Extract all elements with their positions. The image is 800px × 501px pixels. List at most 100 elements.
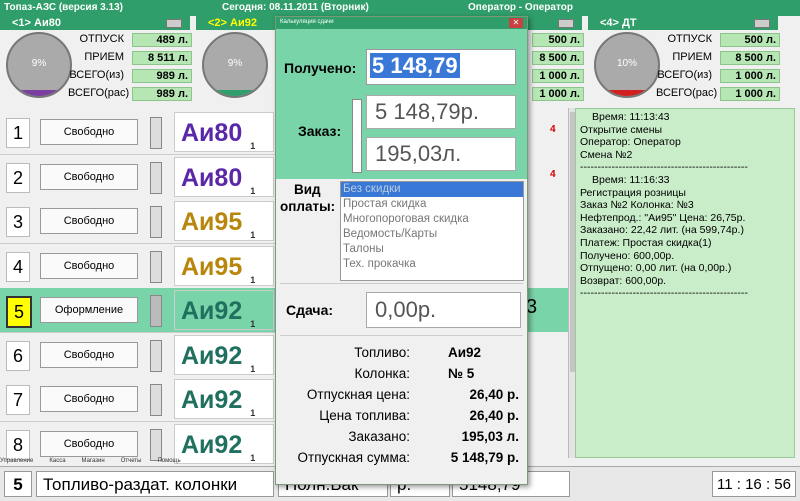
status-section-label: Топливо-раздат. колонки bbox=[36, 471, 274, 497]
pump-fuel: Аи92 1 bbox=[174, 379, 274, 419]
payment-option[interactable]: Талоны bbox=[341, 242, 523, 257]
pump-row-right bbox=[526, 421, 570, 466]
received-amount-value: 5 148,79 bbox=[370, 53, 460, 78]
close-icon[interactable]: ✕ bbox=[509, 18, 523, 28]
date-label: Сегодня: 08.11.2011 (Вторник) bbox=[222, 2, 369, 13]
received-label: Получено: bbox=[284, 60, 357, 76]
pump-row[interactable]: 3 Свободно Аи95 1 bbox=[0, 199, 275, 244]
detail-value: 26,40 р. bbox=[469, 408, 519, 423]
pump-number[interactable]: 7 bbox=[6, 385, 30, 415]
menu-item[interactable]: Касса bbox=[49, 458, 65, 464]
tank-title: <4> ДТ bbox=[600, 17, 637, 29]
pump-status-button[interactable]: Свободно bbox=[40, 252, 138, 279]
journal-line: Смена №2 bbox=[580, 148, 633, 161]
payment-type-label-1: Вид bbox=[294, 182, 321, 197]
order-sum: 5 148,79р. bbox=[366, 95, 516, 129]
tank-title: <2> Аи92 bbox=[208, 17, 257, 29]
tank-stat-value: 500 л. bbox=[720, 33, 780, 47]
journal-line: Платеж: Простая скидка(1) bbox=[580, 236, 712, 249]
tank-title-bar: <4> ДТ bbox=[588, 16, 778, 30]
order-liters: 195,03л. bbox=[366, 137, 516, 171]
change-calculation-dialog: Калькуляция сдачи ✕ Получено: 5 148,79 З… bbox=[275, 16, 528, 485]
detail-label: Топливо: bbox=[354, 345, 410, 360]
pump-row[interactable]: 2 Свободно Аи80 1 bbox=[0, 154, 275, 200]
menu-item[interactable]: Помощь bbox=[157, 458, 180, 464]
pump-number[interactable]: 3 bbox=[6, 207, 30, 237]
order-label: Заказ: bbox=[298, 123, 342, 139]
pump-row-right bbox=[526, 332, 570, 377]
pump-number[interactable]: 8 bbox=[6, 429, 30, 460]
pump-status-button[interactable]: Оформление bbox=[40, 297, 138, 323]
detail-label: Отпускная сумма: bbox=[297, 450, 410, 465]
tank-stat-value: 1 000 л. bbox=[532, 69, 584, 83]
payment-type-list[interactable]: Без скидки Простая скидка Многопороговая с… bbox=[340, 181, 524, 281]
journal-line: Отпущено: 0,00 лит. (на 0,00р.) bbox=[580, 262, 732, 275]
tank-stat-row: ПРИЕМ 8 500 л. bbox=[658, 51, 784, 66]
pump-nozzle-indicator bbox=[150, 339, 162, 372]
detail-label: Цена топлива: bbox=[319, 408, 410, 423]
pump-nozzle-number: 1 bbox=[250, 363, 256, 374]
received-amount-input[interactable]: 5 148,79 bbox=[366, 49, 516, 85]
pump-number[interactable]: 2 bbox=[6, 162, 30, 193]
tank-indicator bbox=[754, 19, 770, 28]
pump-nozzle-indicator bbox=[150, 295, 162, 327]
pump-status-button[interactable]: Свободно bbox=[40, 386, 138, 412]
pump-nozzle-number: 1 bbox=[250, 185, 256, 196]
payment-option[interactable]: Многопороговая скидка bbox=[341, 212, 523, 227]
pump-row[interactable]: 4 Свободно Аи95 1 bbox=[0, 243, 275, 289]
pump-nozzle-number: 1 bbox=[250, 230, 256, 240]
pump-status-button[interactable]: Свободно bbox=[40, 119, 138, 145]
pump-fuel-name: Аи95 bbox=[181, 208, 243, 236]
tank-level-percent: 9% bbox=[31, 58, 47, 69]
pump-number[interactable]: 5 bbox=[6, 296, 32, 328]
pump-fuel-name: Аи80 bbox=[181, 163, 243, 192]
pump-right-value: 4 bbox=[550, 168, 556, 180]
tank-level-percent: 9% bbox=[227, 58, 243, 69]
tank-stat-value: 8 500 л. bbox=[720, 51, 780, 65]
pump-fuel: Аи80 1 bbox=[174, 156, 274, 197]
journal-line: ----------------------------------------… bbox=[580, 161, 748, 174]
main-menu: Управление Касса Магазин Отчеты Помощь bbox=[0, 458, 275, 466]
pump-number[interactable]: 6 bbox=[6, 340, 30, 371]
pump-number[interactable]: 1 bbox=[6, 118, 30, 148]
order-indicator bbox=[352, 99, 362, 173]
tank-level-fill bbox=[204, 90, 266, 96]
menu-item[interactable]: Управление bbox=[0, 458, 33, 464]
pump-status-button[interactable]: Свободно bbox=[40, 208, 138, 234]
tank-stat-label: ВСЕГО(из) bbox=[657, 69, 712, 81]
pump-status-button[interactable]: Свободно bbox=[40, 430, 138, 457]
operator-label: Оператор - Оператор bbox=[468, 2, 573, 13]
payment-option[interactable]: Ведомость/Карты bbox=[341, 227, 523, 242]
payment-option[interactable]: Тех. прокачка bbox=[341, 257, 523, 272]
pump-fuel: Аи95 1 bbox=[174, 201, 274, 241]
pump-row[interactable]: 5 Оформление Аи92 1 bbox=[0, 288, 275, 333]
journal-line: Нефтепрод.: "Аи95" Цена: 26,75р. bbox=[580, 211, 746, 224]
pump-status-button[interactable]: Свободно bbox=[40, 163, 138, 190]
pump-fuel-name: Аи95 bbox=[181, 252, 243, 281]
pump-row[interactable]: 7 Свободно Аи92 1 bbox=[0, 377, 275, 422]
menu-item[interactable]: Магазин bbox=[82, 458, 105, 464]
pump-status-button[interactable]: Свободно bbox=[40, 341, 138, 368]
change-amount: 0,00р. bbox=[366, 292, 521, 328]
pump-nozzle-number: 1 bbox=[250, 319, 256, 329]
payment-option[interactable]: Простая скидка bbox=[341, 197, 523, 212]
tank-stat-value: 1 000 л. bbox=[720, 69, 780, 83]
tank-stat-label: ПРИЕМ bbox=[84, 51, 124, 63]
journal-line: Время: 11:13:43 bbox=[592, 111, 670, 123]
pump-fuel: Аи95 1 bbox=[174, 245, 274, 286]
tank-stat-row: ВСЕГО(из) 989 л. bbox=[69, 69, 196, 84]
pump-row[interactable]: 1 Свободно Аи80 1 bbox=[0, 110, 275, 155]
tank-stat-label: ПРИЕМ bbox=[672, 51, 712, 63]
tank-stat-value: 8 500 л. bbox=[532, 51, 584, 65]
payment-type-label-2: оплаты: bbox=[280, 199, 336, 214]
tank-level-gauge: 9% bbox=[6, 32, 72, 98]
dialog-title-bar[interactable]: Калькуляция сдачи ✕ bbox=[276, 17, 527, 29]
menu-item[interactable]: Отчеты bbox=[121, 458, 142, 464]
tank-stat-value: 989 л. bbox=[132, 87, 192, 101]
detail-value: № 5 bbox=[448, 366, 475, 381]
tank-stat-label: ВСЕГО(из) bbox=[69, 69, 124, 81]
pump-row[interactable]: 6 Свободно Аи92 1 bbox=[0, 332, 275, 378]
payment-option[interactable]: Без скидки bbox=[341, 182, 523, 197]
tank-stat-label: ВСЕГО(рас) bbox=[68, 87, 130, 99]
pump-number[interactable]: 4 bbox=[6, 251, 30, 282]
